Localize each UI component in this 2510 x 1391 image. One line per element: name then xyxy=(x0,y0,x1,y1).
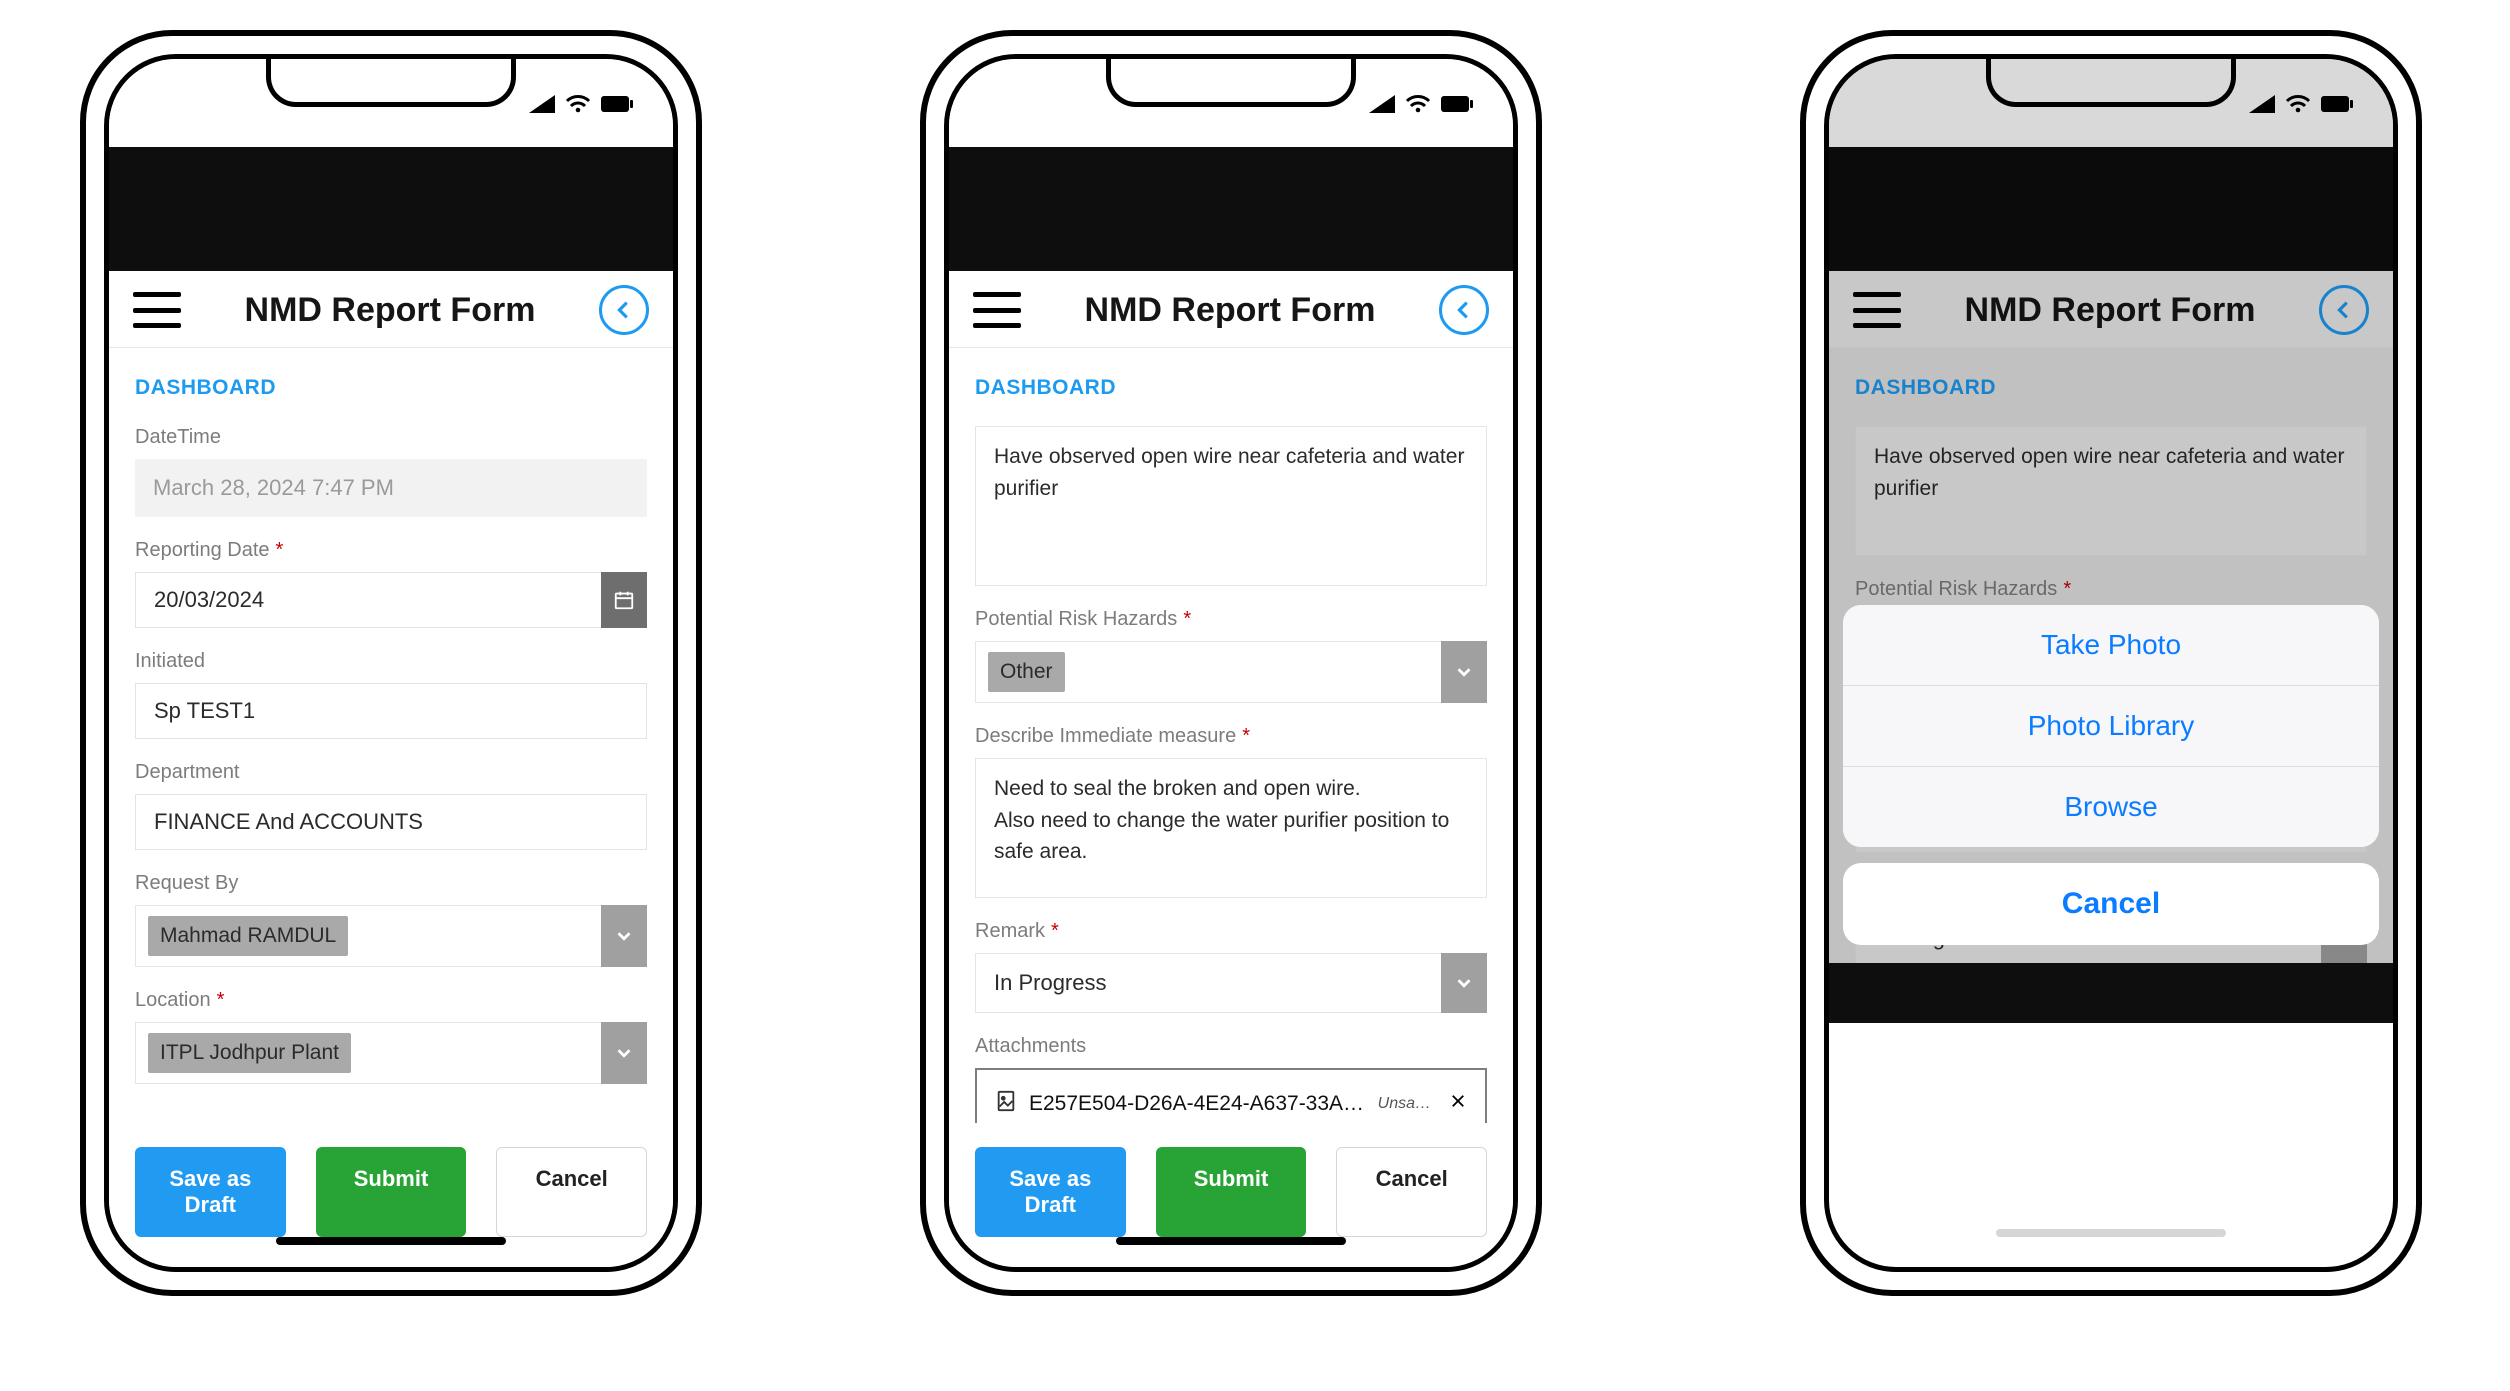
phone-notch xyxy=(266,54,516,107)
label-request-by: Request By xyxy=(135,872,647,895)
submit-button[interactable]: Submit xyxy=(1156,1147,1307,1237)
action-browse[interactable]: Browse xyxy=(1843,767,2379,847)
input-reporting-date[interactable]: 20/03/2024 xyxy=(135,572,647,628)
field-reporting-date: Reporting Date* 20/03/2024 xyxy=(135,539,647,628)
modal-overlay[interactable]: Take Photo Photo Library Browse Cancel xyxy=(1829,59,2393,1023)
footer-button-row: Save as Draft Submit Cancel xyxy=(109,1123,673,1267)
textarea-immediate-measure[interactable]: Need to seal the broken and open wire. A… xyxy=(975,758,1487,898)
phone-inner-frame: NMD Report Form DASHBOARD Have observed … xyxy=(944,54,1518,1272)
select-location[interactable]: ITPL Jodhpur Plant xyxy=(135,1022,647,1084)
label-department: Department xyxy=(135,761,647,784)
reporting-date-value: 20/03/2024 xyxy=(135,572,601,628)
field-initiated: Initiated Sp TEST1 xyxy=(135,650,647,739)
field-remark: Remark* In Progress xyxy=(975,920,1487,1013)
screen-1: NMD Report Form DASHBOARD DateTime March… xyxy=(109,59,673,1267)
home-indicator xyxy=(276,1237,506,1245)
label-location: Location* xyxy=(135,989,647,1012)
attachment-item: E257E504-D26A-4E24-A637-33AB9CA8E83… Uns… xyxy=(987,1080,1475,1123)
home-indicator xyxy=(1996,1229,2226,1237)
dashboard-link[interactable]: DASHBOARD xyxy=(135,376,647,400)
hamburger-menu-icon[interactable] xyxy=(973,292,1021,328)
battery-icon xyxy=(1441,96,1473,112)
field-attachments: Attachments E257E504-D26A-4E24-A637-33AB… xyxy=(975,1035,1487,1123)
label-immediate-measure: Describe Immediate measure* xyxy=(975,725,1487,748)
label-initiated: Initiated xyxy=(135,650,647,673)
attachments-box: E257E504-D26A-4E24-A637-33AB9CA8E83… Uns… xyxy=(975,1068,1487,1123)
action-sheet: Take Photo Photo Library Browse xyxy=(1843,605,2379,847)
attachment-filename: E257E504-D26A-4E24-A637-33AB9CA8E83… xyxy=(1029,1092,1366,1116)
chevron-down-icon[interactable] xyxy=(1441,953,1487,1013)
dashboard-link[interactable]: DASHBOARD xyxy=(975,376,1487,400)
action-photo-library[interactable]: Photo Library xyxy=(1843,686,2379,767)
app-top-black-bar xyxy=(949,147,1513,271)
textarea-observation[interactable]: Have observed open wire near cafeteria a… xyxy=(975,426,1487,586)
select-risk-hazards[interactable]: Other xyxy=(975,641,1487,703)
app-header: NMD Report Form xyxy=(949,271,1513,348)
field-department: Department FINANCE And ACCOUNTS xyxy=(135,761,647,850)
image-file-icon xyxy=(995,1090,1017,1118)
remark-value: In Progress xyxy=(975,953,1441,1013)
cancel-button[interactable]: Cancel xyxy=(1336,1147,1487,1237)
save-draft-button[interactable]: Save as Draft xyxy=(975,1147,1126,1237)
form-body: DASHBOARD Have observed open wire near c… xyxy=(949,348,1513,1123)
field-risk-hazards: Potential Risk Hazards* Other xyxy=(975,608,1487,703)
remove-attachment-icon[interactable] xyxy=(1449,1092,1467,1116)
field-datetime: DateTime March 28, 2024 7:47 PM xyxy=(135,426,647,517)
wifi-icon xyxy=(1405,95,1431,113)
hamburger-menu-icon[interactable] xyxy=(133,292,181,328)
back-button[interactable] xyxy=(599,285,649,335)
phone-mockup-3: NMD Report Form DASHBOARD Have observed … xyxy=(1800,30,2422,1296)
page-title: NMD Report Form xyxy=(181,291,599,330)
submit-button[interactable]: Submit xyxy=(316,1147,467,1237)
signal-icon xyxy=(529,95,555,113)
calendar-icon[interactable] xyxy=(601,572,647,628)
screen-2: NMD Report Form DASHBOARD Have observed … xyxy=(949,59,1513,1267)
field-immediate-measure: Describe Immediate measure* Need to seal… xyxy=(975,725,1487,898)
chevron-down-icon[interactable] xyxy=(601,1022,647,1084)
field-location: Location* ITPL Jodhpur Plant xyxy=(135,989,647,1084)
signal-icon xyxy=(1369,95,1395,113)
wifi-icon xyxy=(565,95,591,113)
status-icons xyxy=(529,95,633,113)
field-observation: Have observed open wire near cafeteria a… xyxy=(975,426,1487,586)
chip-request-by: Mahmad RAMDUL xyxy=(148,916,348,956)
phone-inner-frame: NMD Report Form DASHBOARD Have observed … xyxy=(1824,54,2398,1272)
app-header: NMD Report Form xyxy=(109,271,673,348)
phone-mockup-2: NMD Report Form DASHBOARD Have observed … xyxy=(920,30,1542,1296)
label-remark: Remark* xyxy=(975,920,1487,943)
phone-mockup-1: NMD Report Form DASHBOARD DateTime March… xyxy=(80,30,702,1296)
chip-risk-hazards: Other xyxy=(988,652,1065,692)
cancel-button[interactable]: Cancel xyxy=(496,1147,647,1237)
label-reporting-date: Reporting Date* xyxy=(135,539,647,562)
label-risk-hazards: Potential Risk Hazards* xyxy=(975,608,1487,631)
label-datetime: DateTime xyxy=(135,426,647,449)
attachment-status: Unsa… xyxy=(1378,1095,1431,1113)
save-draft-button[interactable]: Save as Draft xyxy=(135,1147,286,1237)
page-title: NMD Report Form xyxy=(1021,291,1439,330)
home-indicator xyxy=(1116,1237,1346,1245)
battery-icon xyxy=(601,96,633,112)
action-cancel[interactable]: Cancel xyxy=(1843,863,2379,945)
back-button[interactable] xyxy=(1439,285,1489,335)
screen-3: NMD Report Form DASHBOARD Have observed … xyxy=(1829,59,2393,1023)
chevron-down-icon[interactable] xyxy=(601,905,647,967)
select-remark[interactable]: In Progress xyxy=(975,953,1487,1013)
phone-inner-frame: NMD Report Form DASHBOARD DateTime March… xyxy=(104,54,678,1272)
select-request-by[interactable]: Mahmad RAMDUL xyxy=(135,905,647,967)
label-attachments: Attachments xyxy=(975,1035,1487,1058)
phone-notch xyxy=(1106,54,1356,107)
chip-location: ITPL Jodhpur Plant xyxy=(148,1033,351,1073)
input-department[interactable]: FINANCE And ACCOUNTS xyxy=(135,794,647,850)
input-datetime: March 28, 2024 7:47 PM xyxy=(135,459,647,517)
status-icons xyxy=(1369,95,1473,113)
form-body: DASHBOARD DateTime March 28, 2024 7:47 P… xyxy=(109,348,673,1123)
triptych-canvas: NMD Report Form DASHBOARD DateTime March… xyxy=(0,0,2510,1391)
chevron-down-icon[interactable] xyxy=(1441,641,1487,703)
app-top-black-bar xyxy=(109,147,673,271)
action-take-photo[interactable]: Take Photo xyxy=(1843,605,2379,686)
footer-button-row: Save as Draft Submit Cancel xyxy=(949,1123,1513,1267)
field-request-by: Request By Mahmad RAMDUL xyxy=(135,872,647,967)
input-initiated[interactable]: Sp TEST1 xyxy=(135,683,647,739)
bottom-black-bar xyxy=(1829,963,2393,1023)
